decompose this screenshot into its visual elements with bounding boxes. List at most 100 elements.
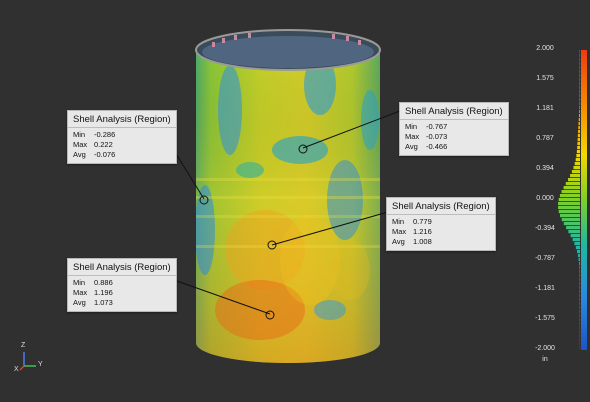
histogram-bar [567, 178, 580, 182]
min-label: Min [405, 122, 418, 131]
histogram-bar [561, 218, 580, 222]
scale-label: 0.394 [536, 165, 554, 172]
histogram-bar [579, 278, 580, 282]
scale-label: -0.787 [535, 255, 555, 262]
callout-region-1[interactable]: Shell Analysis (Region) Min -0.286 Max 0.2… [67, 110, 177, 164]
callout-region-4[interactable]: Shell Analysis (Region) Min 0.886 Max 1.19… [67, 258, 177, 312]
histogram-bar [565, 182, 580, 186]
scale-label: 1.181 [536, 105, 554, 112]
histogram-bar [573, 166, 580, 170]
histogram-bar [579, 306, 580, 310]
histogram-bar [579, 98, 580, 102]
histogram-bar [570, 174, 580, 178]
histogram-bar [566, 226, 580, 230]
histogram-bar [579, 78, 580, 82]
histogram-bar [579, 270, 580, 274]
histogram-bar [579, 286, 580, 290]
histogram-bar [579, 298, 580, 302]
histogram-bar [579, 266, 580, 270]
axis-z-label: Z [21, 342, 26, 349]
max-value: 0.222 [94, 140, 113, 149]
axis-x-label: X [14, 366, 19, 373]
scale-label: 2.000 [536, 45, 554, 52]
histogram-bar [578, 114, 580, 118]
histogram-bar [579, 294, 580, 298]
histogram-bar [558, 210, 580, 214]
histogram-bar [563, 186, 580, 190]
histogram-bar [576, 154, 580, 158]
histogram-bar [579, 86, 580, 90]
max-label: Max [392, 227, 407, 236]
histogram-bar [579, 262, 580, 266]
scale-label: 1.575 [536, 75, 554, 82]
max-value: 1.196 [94, 288, 113, 297]
callout-title: Shell Analysis (Region) [387, 198, 495, 215]
histogram-bar [578, 122, 580, 126]
scale-label: -0.394 [535, 225, 555, 232]
histogram-bar [579, 342, 580, 346]
max-value: -0.073 [426, 132, 448, 141]
histogram-bar [577, 134, 580, 138]
histogram-bar [579, 334, 580, 338]
histogram-bar [579, 50, 580, 54]
avg-value: -0.466 [426, 142, 448, 151]
histogram-bar [579, 338, 580, 342]
histogram-bar [574, 162, 580, 166]
histogram-bar [568, 230, 580, 234]
histogram-bar [579, 110, 580, 114]
min-label: Min [73, 130, 86, 139]
histogram-bar [578, 258, 580, 262]
callout-title: Shell Analysis (Region) [68, 111, 176, 128]
scale-label: 0.000 [536, 195, 554, 202]
callout-region-2[interactable]: Shell Analysis (Region) Min -0.767 Max -0.… [399, 102, 509, 156]
avg-value: -0.076 [94, 150, 116, 159]
histogram-bar [560, 214, 580, 218]
histogram-bar [579, 302, 580, 306]
3d-viewport[interactable] [0, 0, 590, 402]
histogram-bar [579, 106, 580, 110]
histogram-bar [579, 66, 580, 70]
min-label: Min [73, 278, 86, 287]
histogram-bar [577, 250, 580, 254]
histogram-bar [577, 138, 580, 142]
axis-y-label: Y [38, 361, 43, 368]
histogram-bar [576, 150, 580, 154]
avg-value: 1.008 [413, 237, 432, 246]
histogram-bar [578, 126, 580, 130]
histogram-bar [579, 318, 580, 322]
histogram-bar [575, 158, 580, 162]
histogram-bar [579, 310, 580, 314]
cylinder-shell-model[interactable] [195, 29, 381, 365]
avg-label: Avg [392, 237, 405, 246]
min-label: Min [392, 217, 405, 226]
histogram-bar [579, 102, 580, 106]
histogram-bar [579, 314, 580, 318]
histogram-bar [579, 54, 580, 58]
histogram-bar [563, 222, 580, 226]
histogram-bar [577, 146, 580, 150]
max-label: Max [405, 132, 420, 141]
histogram-bar [579, 282, 580, 286]
max-label: Max [73, 288, 88, 297]
histogram-bar [579, 290, 580, 294]
scale-unit: in [542, 356, 548, 363]
callout-title: Shell Analysis (Region) [400, 103, 508, 120]
histogram-bar [577, 254, 580, 258]
histogram-bar [579, 326, 580, 330]
min-value: 0.886 [94, 278, 113, 287]
max-label: Max [73, 140, 88, 149]
histogram-bar [579, 94, 580, 98]
avg-label: Avg [73, 298, 86, 307]
min-value: -0.767 [426, 122, 448, 131]
scale-label: -1.575 [535, 315, 555, 322]
histogram-bar [575, 246, 580, 250]
avg-value: 1.073 [94, 298, 113, 307]
histogram-bar [572, 238, 580, 242]
axis-triad-icon[interactable] [19, 352, 36, 371]
callout-region-3[interactable]: Shell Analysis (Region) Min 0.779 Max 1.21… [386, 197, 496, 251]
histogram-bar [579, 70, 580, 74]
histogram-bar [558, 202, 580, 206]
histogram-bar [579, 82, 580, 86]
min-value: 0.779 [413, 217, 432, 226]
histogram-bar [579, 62, 580, 66]
